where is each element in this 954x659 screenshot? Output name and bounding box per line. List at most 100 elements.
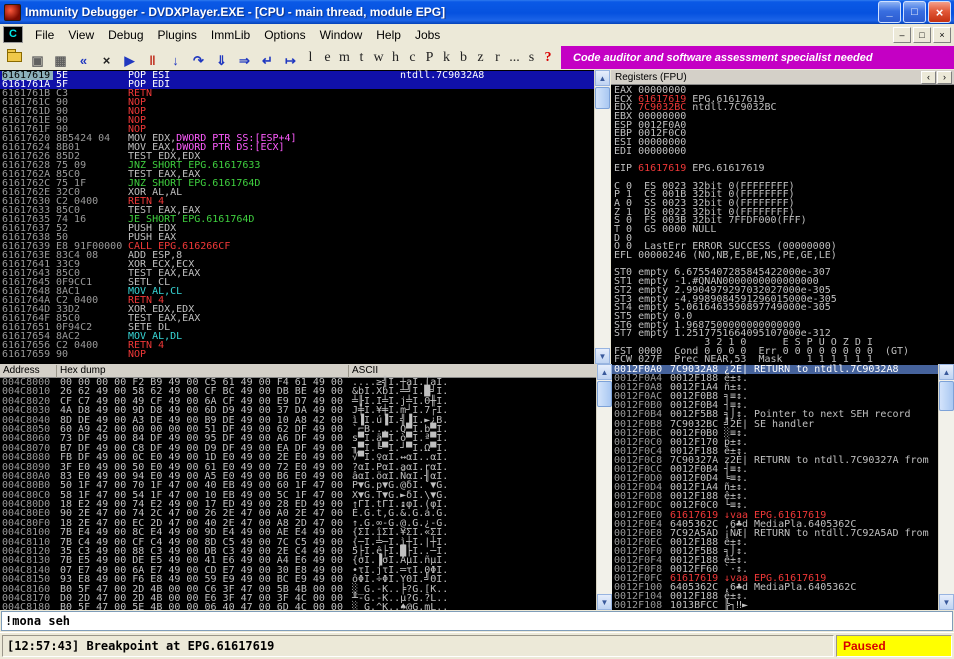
disasm-instruction: NOP — [128, 349, 147, 360]
step-over-icon[interactable]: ↷ — [188, 51, 209, 71]
menu-plugins[interactable]: Plugins — [151, 26, 204, 44]
disasm-row[interactable]: 6161764D 33D2 XOR EDX,EDX — [0, 305, 594, 315]
toolbar-letter-s[interactable]: s — [523, 48, 540, 68]
registers-scroll-right-button[interactable]: › — [937, 70, 952, 84]
disasm-row[interactable]: 61617635 74 16 JE SHORT EPG.6161764D — [0, 215, 594, 225]
disasm-row[interactable]: 6161761D 90 NOP — [0, 107, 594, 117]
menu-options[interactable]: Options — [257, 26, 312, 44]
disasm-row[interactable]: 61617656 C2 0400 RETN 4 — [0, 341, 594, 351]
toolbar-letter-r[interactable]: r — [489, 48, 506, 68]
disasm-row[interactable]: 6161762C 75 1F JNZ SHORT EPG.6161764D — [0, 179, 594, 189]
toolbar-letter-l[interactable]: l — [302, 48, 319, 68]
disasm-row[interactable]: 61617651 0F94C2 SETE DL — [0, 323, 594, 333]
toolbar-letter-m[interactable]: m — [336, 48, 353, 68]
disasm-row[interactable]: 6161761B C3 RETN — [0, 89, 594, 99]
disassembly-scrollbar[interactable]: ▲ ▼ — [594, 70, 610, 364]
disasm-row[interactable]: 6161761E 90 NOP — [0, 116, 594, 126]
toolbar-letter-k[interactable]: k — [438, 48, 455, 68]
menu-help[interactable]: Help — [369, 26, 408, 44]
register-line[interactable]: EDI 00000000 — [614, 146, 954, 157]
disasm-comment: ntdll.7C9032A8 — [400, 70, 485, 81]
help-button[interactable]: ? — [540, 50, 556, 66]
disasm-row[interactable]: 61617630 C2 0400 RETN 4 — [0, 197, 594, 207]
menu-immlib[interactable]: ImmLib — [204, 26, 257, 44]
scroll-up-arrow[interactable]: ▲ — [595, 70, 610, 86]
disasm-row[interactable]: 61617620 8B5424 04 MOV EDX,DWORD PTR SS:[E… — [0, 134, 594, 144]
windows-icon[interactable]: ▦ — [50, 51, 71, 71]
scroll-down-arrow[interactable]: ▼ — [595, 348, 610, 364]
execute-till-return-icon[interactable]: ↵ — [257, 51, 278, 71]
attach-icon[interactable]: ▣ — [27, 51, 48, 71]
register-line[interactable]: EIP 61617619 EPG.61617619 — [614, 164, 954, 174]
toolbar-letter-dots[interactable]: ... — [506, 48, 523, 68]
register-line[interactable]: EFL 00000246 (NO,NB,E,BE,NS,PE,GE,LE) — [614, 251, 954, 261]
disassembly-pane[interactable]: 61617619 5E POP ESI ntdll.7C9032A8 6161761A 5… — [0, 70, 594, 364]
stack-row[interactable]: 0012F108 1013BFCC ╠┐‼► — [612, 601, 938, 610]
close-program-icon[interactable]: × — [96, 50, 117, 70]
disasm-row[interactable]: 61617645 0F9CC1 SETL CL — [0, 278, 594, 288]
mdi-close-button[interactable]: × — [933, 26, 951, 43]
register-line[interactable]: FCW 027F Prec NEAR,53 Mask 1 1 1 1 1 1 — [614, 355, 954, 364]
scroll-thumb[interactable] — [595, 87, 610, 109]
menu-view[interactable]: View — [61, 26, 101, 44]
disasm-row[interactable]: 61617628 75 09 JNZ SHORT EPG.61617633 — [0, 161, 594, 171]
dump-row[interactable]: 004C8180 B0 5F 47 00 5E 4B 00 00 06 40 47… — [0, 603, 596, 610]
menu-jobs[interactable]: Jobs — [408, 26, 447, 44]
animate-into-icon[interactable]: ⇓ — [211, 51, 232, 71]
toolbar-letter-e[interactable]: e — [319, 48, 336, 68]
animate-over-icon[interactable]: ⇒ — [234, 51, 255, 71]
registers-pane[interactable]: Registers (FPU) ‹ › EAX 00000000 ECX 6161… — [611, 70, 954, 364]
toolbar-letter-h[interactable]: h — [387, 48, 404, 68]
register-line[interactable]: T 0 GS 0000 NULL — [614, 225, 954, 235]
toolbar-letter-b[interactable]: b — [455, 48, 472, 68]
mdi-minimize-button[interactable]: – — [893, 26, 911, 43]
disasm-row[interactable]: 61617624 8B01 MOV EAX,DWORD PTR DS:[ECX] — [0, 143, 594, 153]
disasm-row[interactable]: 61617626 85D2 TEST EDX,EDX — [0, 152, 594, 162]
toolbar-letter-z[interactable]: z — [472, 48, 489, 68]
disasm-row[interactable]: 6161762A 85C0 TEST EAX,EAX — [0, 170, 594, 180]
job-banner[interactable]: Code auditor and software assessment spe… — [561, 46, 954, 69]
scroll-up-arrow[interactable]: ▲ — [597, 364, 612, 380]
menu-debug[interactable]: Debug — [101, 26, 150, 44]
menu-file[interactable]: File — [28, 26, 61, 44]
mdi-restore-button[interactable]: □ — [913, 26, 931, 43]
open-file-icon[interactable] — [4, 45, 25, 65]
scroll-thumb[interactable] — [597, 381, 612, 407]
stack-pane[interactable]: 0012F0A0 7C9032A8 ¿2É| RETURN to ntdll.7C90… — [612, 364, 938, 610]
toolbar-letter-w[interactable]: w — [370, 48, 387, 68]
execute-till-user-icon[interactable]: ↦ — [280, 51, 301, 71]
disasm-row[interactable]: 6161764A C2 0400 RETN 4 — [0, 296, 594, 306]
toolbar-letter-P[interactable]: P — [421, 48, 438, 68]
dump-scrollbar[interactable]: ▲ ▼ — [596, 364, 612, 610]
minimize-button[interactable]: _ — [878, 1, 901, 23]
disasm-row[interactable]: 61617659 90 NOP — [0, 349, 594, 360]
toolbar-letter-c[interactable]: c — [404, 48, 421, 68]
command-input[interactable] — [1, 611, 953, 631]
scroll-thumb[interactable] — [939, 381, 954, 411]
scroll-down-arrow[interactable]: ▼ — [597, 594, 612, 610]
menu-items: File View Debug Plugins ImmLib Options Window H… — [28, 28, 447, 42]
cpu-window-icon[interactable]: C — [3, 26, 23, 43]
restart-icon[interactable]: « — [73, 50, 94, 70]
disasm-row[interactable]: 61617633 85C0 TEST EAX,EAX — [0, 206, 594, 216]
pause-icon[interactable]: ‖ — [142, 50, 163, 70]
registers-scroll-left-button[interactable]: ‹ — [921, 70, 936, 84]
memory-dump-pane[interactable]: Address Hex dump ASCII 004C8000 00 00 00 … — [0, 364, 596, 610]
disasm-row[interactable]: 61617619 5E POP ESI ntdll.7C9032A8 — [0, 70, 594, 81]
scroll-up-arrow[interactable]: ▲ — [939, 364, 954, 380]
disasm-row[interactable]: 61617637 52 PUSH EDX — [0, 224, 594, 234]
run-icon[interactable]: ▶ — [119, 51, 140, 71]
step-into-icon[interactable]: ↓ — [165, 50, 186, 70]
disasm-row[interactable]: 6161761C 90 NOP — [0, 98, 594, 108]
scroll-down-arrow[interactable]: ▼ — [939, 594, 954, 610]
stack-scrollbar[interactable]: ▲ ▼ — [938, 364, 954, 610]
menu-window[interactable]: Window — [313, 26, 370, 44]
disasm-row[interactable]: 61617641 33C9 XOR ECX,ECX — [0, 260, 594, 270]
toolbar-icons: ▣ ▦ «× ▶ ‖ ↓ ↷ ⇓ ⇒ ↵ ↦ — [3, 45, 302, 71]
dump-rows: 004C8000 00 00 00 00 F2 B9 49 00 C5 61 49… — [0, 377, 596, 610]
disasm-row[interactable]: 6161763E 83C4 08 ADD ESP,8 — [0, 251, 594, 261]
toolbar-letter-t[interactable]: t — [353, 48, 370, 68]
disasm-row[interactable]: 6161761A 5F POP EDI — [0, 80, 594, 90]
close-button[interactable]: × — [928, 1, 951, 23]
restore-button[interactable]: □ — [903, 1, 926, 23]
